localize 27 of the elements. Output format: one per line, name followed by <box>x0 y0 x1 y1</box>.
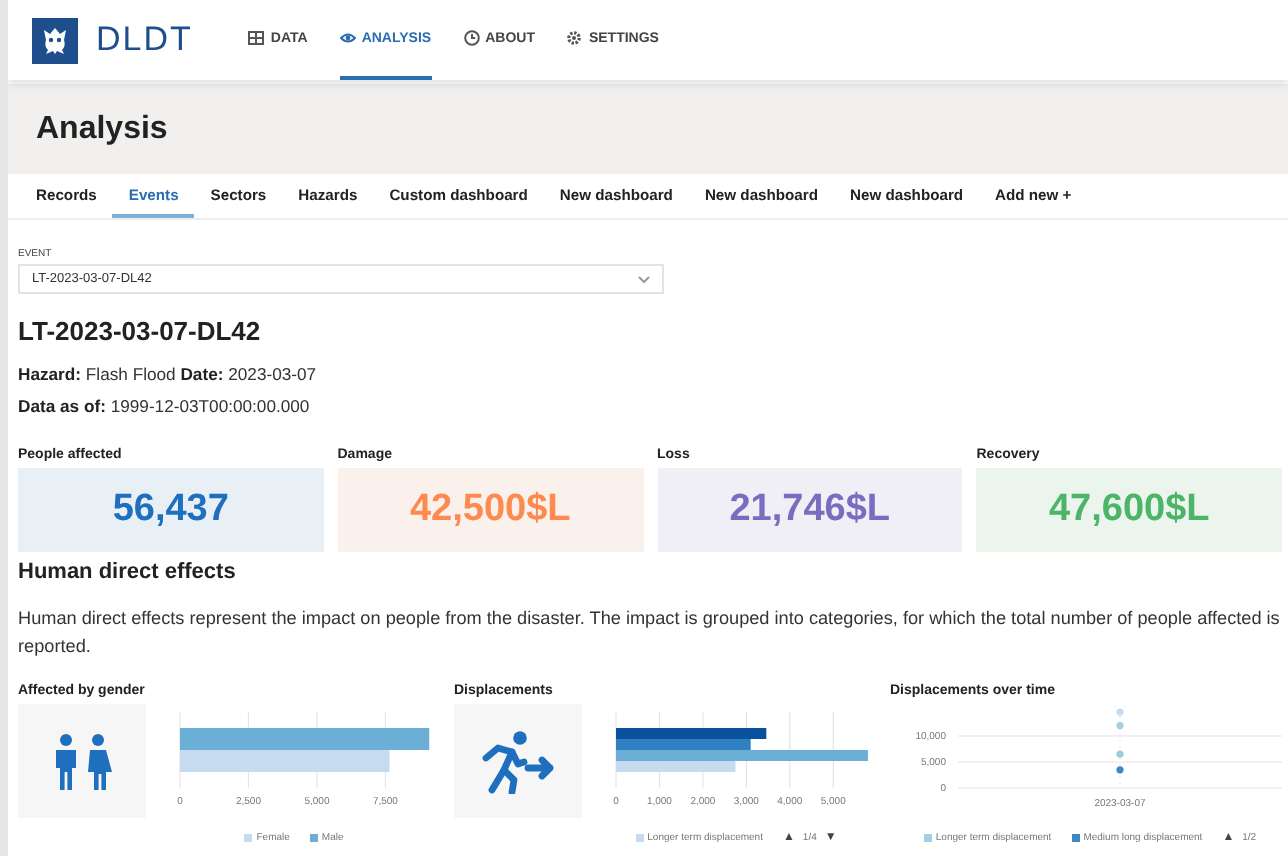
stat-value: 56,437 <box>112 488 229 532</box>
stat-value: 21,746$L <box>729 488 891 532</box>
section-heading: Human direct effects <box>18 560 238 584</box>
gear-icon <box>566 30 583 46</box>
data-point <box>1116 708 1124 716</box>
data-point <box>1116 750 1124 758</box>
clock-icon <box>463 30 480 46</box>
data-date-text: Data as of: 1999-12-03T00:00:00.000 <box>18 396 312 416</box>
running-person-icon <box>480 729 556 793</box>
section-description: Human direct effects represent the impact on people from the disaster. The impact is grouped into categories, for which the total number of people affected is reported. <box>18 606 1282 660</box>
logo-icon <box>32 17 78 63</box>
eye-icon <box>339 30 356 46</box>
legend-swatch <box>923 834 932 842</box>
page-title: Analysis <box>36 112 170 148</box>
stat-value: 42,500$L <box>409 488 571 532</box>
data-point <box>1116 722 1124 730</box>
brand-name: DLDT <box>96 20 193 60</box>
hazard-text: Hazard: Flash Flood Date: 2023-03-07 <box>18 364 319 384</box>
legend-swatch <box>1071 834 1080 842</box>
legend-swatch <box>309 834 318 842</box>
stat-value: 47,600$L <box>1048 488 1210 532</box>
event-heading: LT-2023-03-07-DL42 <box>18 316 263 346</box>
legend-swatch <box>244 834 253 842</box>
chevron-icon <box>638 275 650 283</box>
legend-swatch <box>635 834 644 842</box>
data-point <box>1116 766 1124 774</box>
grid-icon <box>248 30 265 46</box>
